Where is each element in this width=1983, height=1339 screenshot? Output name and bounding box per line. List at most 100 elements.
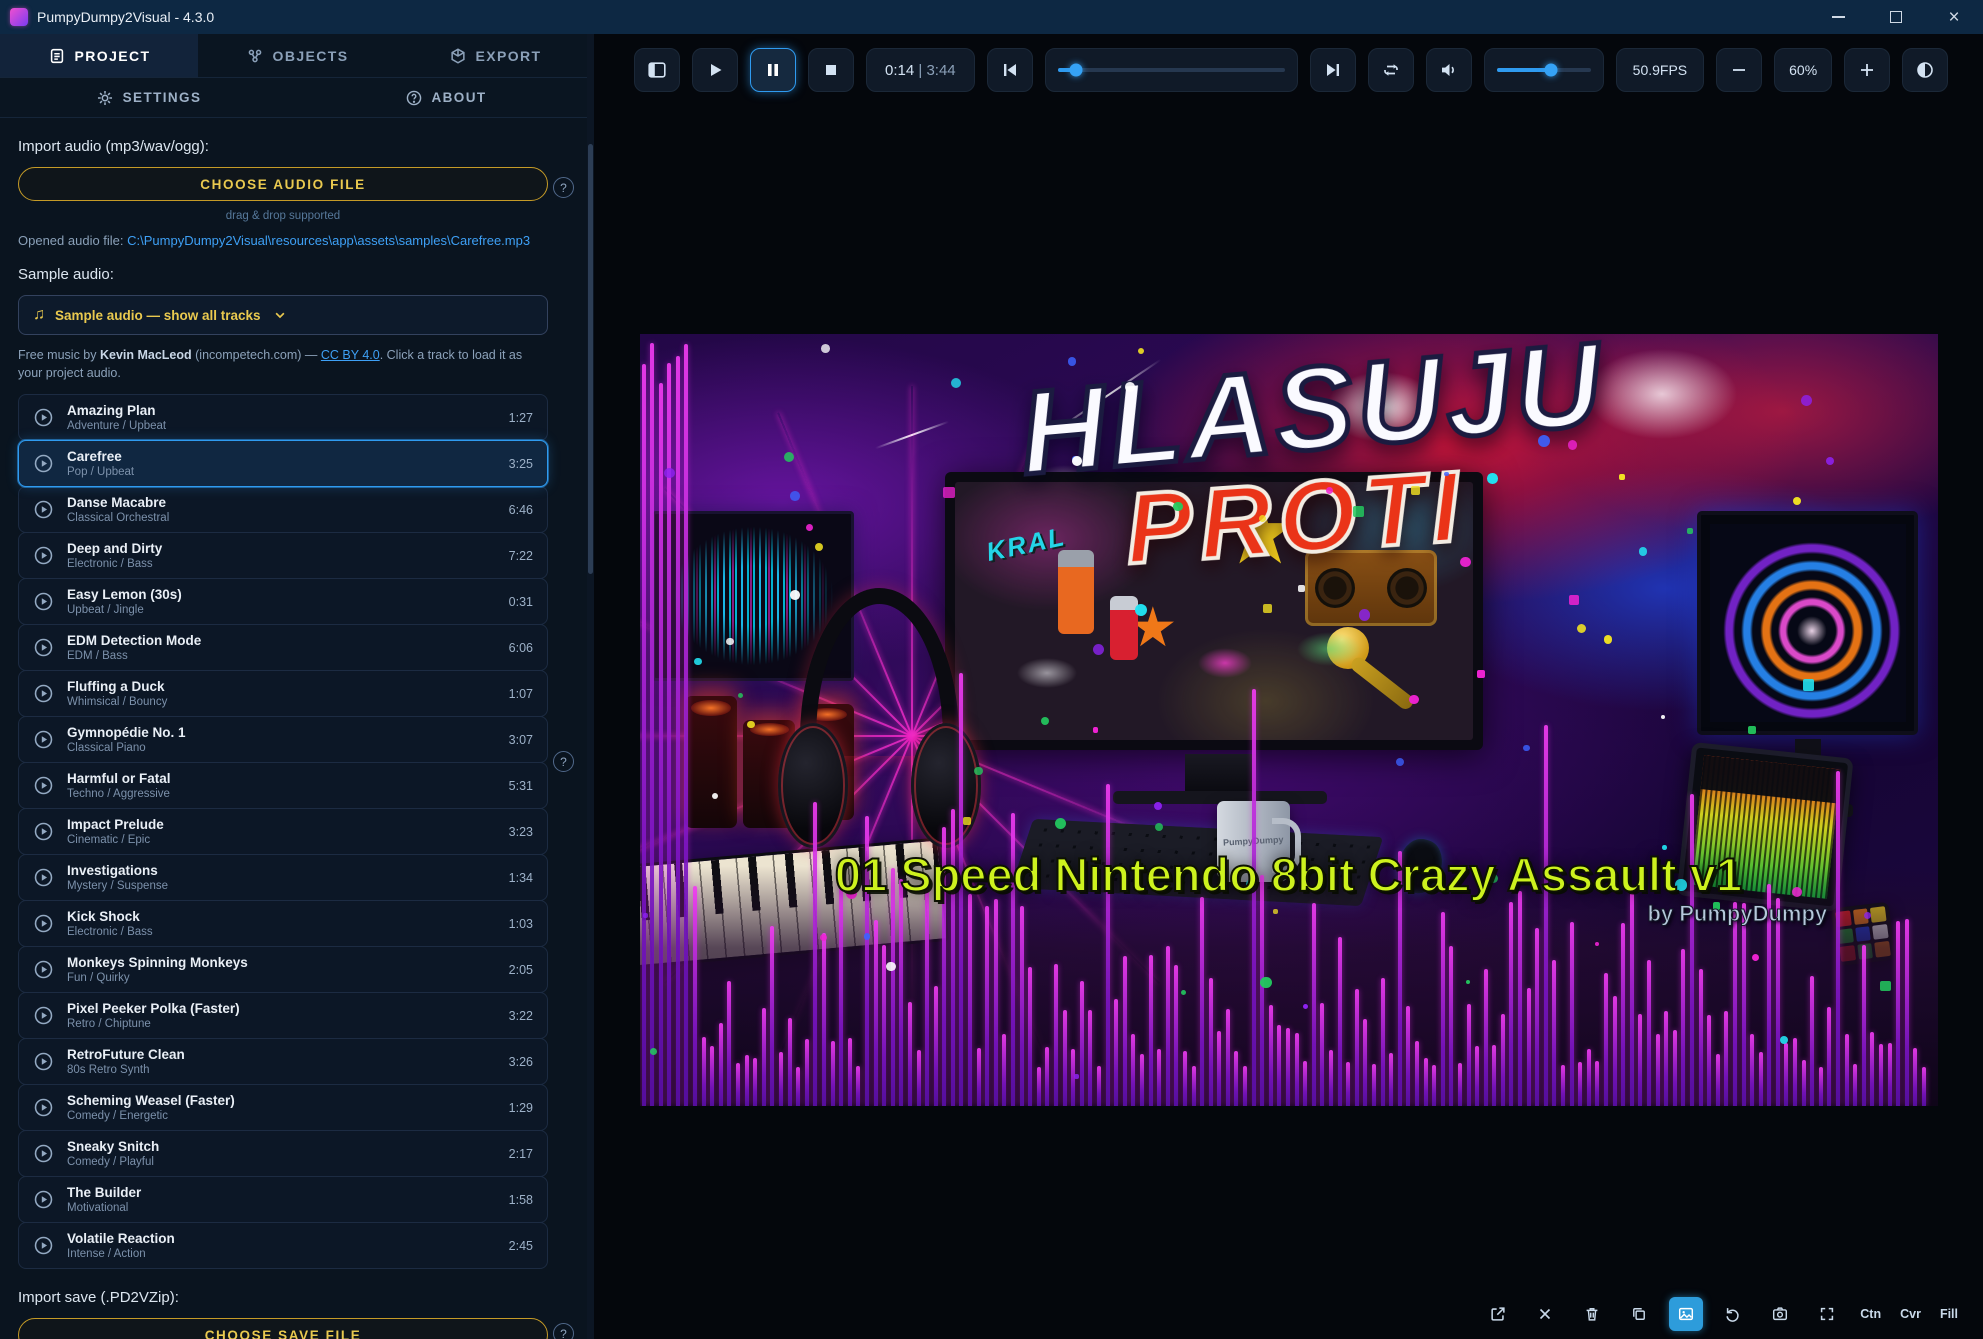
time-current: 0:14 bbox=[885, 62, 914, 79]
seek-slider-knob[interactable] bbox=[1069, 64, 1082, 77]
choose-audio-file-button[interactable]: CHOOSE AUDIO FILE bbox=[18, 167, 548, 201]
track-row[interactable]: Investigations Mystery / Suspense 1:34 bbox=[18, 854, 548, 901]
undo-button[interactable] bbox=[1716, 1297, 1750, 1331]
play-circle-icon[interactable] bbox=[33, 1097, 54, 1118]
help-audio-icon[interactable]: ? bbox=[553, 177, 574, 198]
fullscreen-button[interactable] bbox=[1810, 1297, 1844, 1331]
seek-slider[interactable] bbox=[1045, 48, 1298, 92]
skip-start-button[interactable] bbox=[987, 48, 1033, 92]
volume-button[interactable] bbox=[1426, 48, 1472, 92]
stop-button[interactable] bbox=[808, 48, 854, 92]
play-circle-icon[interactable] bbox=[33, 545, 54, 566]
play-circle-icon[interactable] bbox=[33, 591, 54, 612]
track-row[interactable]: Amazing Plan Adventure / Upbeat 1:27 bbox=[18, 394, 548, 441]
toggle-sidebar-button[interactable] bbox=[634, 48, 680, 92]
tab-about-label: ABOUT bbox=[432, 90, 487, 105]
track-row[interactable]: EDM Detection Mode EDM / Bass 6:06 bbox=[18, 624, 548, 671]
track-title: Impact Prelude bbox=[67, 817, 496, 832]
track-row[interactable]: Volatile Reaction Intense / Action 2:45 bbox=[18, 1222, 548, 1269]
volume-slider-track[interactable] bbox=[1497, 68, 1591, 72]
track-row[interactable]: Harmful or Fatal Techno / Aggressive 5:3… bbox=[18, 762, 548, 809]
scrollbar-thumb[interactable] bbox=[588, 144, 593, 574]
track-duration: 5:31 bbox=[509, 779, 533, 793]
track-duration: 3:26 bbox=[509, 1055, 533, 1069]
snapshot-button[interactable] bbox=[1763, 1297, 1797, 1331]
volume-slider-knob[interactable] bbox=[1545, 64, 1558, 77]
track-row[interactable]: Fluffing a Duck Whimsical / Bouncy 1:07 bbox=[18, 670, 548, 717]
choose-save-file-button[interactable]: CHOOSE SAVE FILE bbox=[18, 1318, 548, 1339]
play-circle-icon[interactable] bbox=[33, 867, 54, 888]
loop-button[interactable] bbox=[1368, 48, 1414, 92]
help-tracks-icon[interactable]: ? bbox=[553, 751, 574, 772]
play-circle-icon[interactable] bbox=[33, 683, 54, 704]
play-circle-icon[interactable] bbox=[33, 407, 54, 428]
play-circle-icon[interactable] bbox=[33, 821, 54, 842]
play-button[interactable] bbox=[692, 48, 738, 92]
seek-slider-track[interactable] bbox=[1058, 68, 1285, 72]
track-genre: Electronic / Bass bbox=[67, 558, 496, 570]
tab-about[interactable]: ABOUT bbox=[297, 78, 594, 117]
play-circle-icon[interactable] bbox=[33, 1051, 54, 1072]
fit-fill-button[interactable]: Fill bbox=[1937, 1307, 1961, 1321]
tab-settings[interactable]: SETTINGS bbox=[0, 78, 297, 117]
play-circle-icon[interactable] bbox=[33, 453, 54, 474]
play-circle-icon[interactable] bbox=[33, 1189, 54, 1210]
tab-objects[interactable]: OBJECTS bbox=[198, 34, 396, 77]
track-row[interactable]: Danse Macabre Classical Orchestral 6:46 bbox=[18, 486, 548, 533]
track-row[interactable]: Kick Shock Electronic / Bass 1:03 bbox=[18, 900, 548, 947]
background-image-button[interactable] bbox=[1669, 1297, 1703, 1331]
track-row[interactable]: Pixel Peeker Polka (Faster) Retro / Chip… bbox=[18, 992, 548, 1039]
clear-button[interactable] bbox=[1528, 1297, 1562, 1331]
sample-audio-toggle[interactable]: ♫ Sample audio — show all tracks bbox=[18, 295, 548, 335]
opened-audio-file-path[interactable]: C:\PumpyDumpy2Visual\resources\app\asset… bbox=[127, 233, 530, 248]
track-title: Gymnopédie No. 1 bbox=[67, 725, 496, 740]
fit-contain-button[interactable]: Ctn bbox=[1857, 1307, 1884, 1321]
play-circle-icon[interactable] bbox=[33, 637, 54, 658]
play-circle-icon[interactable] bbox=[33, 959, 54, 980]
tab-project[interactable]: PROJECT bbox=[0, 34, 198, 77]
skip-end-button[interactable] bbox=[1310, 48, 1356, 92]
track-row[interactable]: Impact Prelude Cinematic / Epic 3:23 bbox=[18, 808, 548, 855]
track-row[interactable]: Monkeys Spinning Monkeys Fun / Quirky 2:… bbox=[18, 946, 548, 993]
play-circle-icon[interactable] bbox=[33, 1235, 54, 1256]
sample-audio-label: Sample audio: bbox=[18, 266, 548, 283]
open-external-button[interactable] bbox=[1481, 1297, 1515, 1331]
zoom-in-button[interactable] bbox=[1844, 48, 1890, 92]
close-button[interactable]: × bbox=[1925, 0, 1983, 34]
volume-slider[interactable] bbox=[1484, 48, 1604, 92]
maximize-button[interactable] bbox=[1867, 0, 1925, 34]
track-row[interactable]: Carefree Pop / Upbeat 3:25 bbox=[18, 440, 548, 487]
track-row[interactable]: Sneaky Snitch Comedy / Playful 2:17 bbox=[18, 1130, 548, 1177]
track-genre: Motivational bbox=[67, 1202, 496, 1214]
help-save-icon[interactable]: ? bbox=[553, 1323, 574, 1339]
license-link[interactable]: CC BY 4.0 bbox=[321, 348, 380, 362]
fit-cover-button[interactable]: Cvr bbox=[1897, 1307, 1924, 1321]
titlebar[interactable]: PumpyDumpy2Visual - 4.3.0 × bbox=[0, 0, 1983, 34]
track-row[interactable]: Scheming Weasel (Faster) Comedy / Energe… bbox=[18, 1084, 548, 1131]
track-duration: 1:58 bbox=[509, 1193, 533, 1207]
minimize-button[interactable] bbox=[1809, 0, 1867, 34]
track-row[interactable]: The Builder Motivational 1:58 bbox=[18, 1176, 548, 1223]
play-circle-icon[interactable] bbox=[33, 729, 54, 750]
track-row[interactable]: RetroFuture Clean 80s Retro Synth 3:26 bbox=[18, 1038, 548, 1085]
zoom-out-button[interactable] bbox=[1716, 48, 1762, 92]
preview-canvas[interactable]: KRAL bbox=[640, 334, 1938, 1106]
track-row[interactable]: Deep and Dirty Electronic / Bass 7:22 bbox=[18, 532, 548, 579]
duplicate-button[interactable] bbox=[1622, 1297, 1656, 1331]
track-title: RetroFuture Clean bbox=[67, 1047, 496, 1062]
play-circle-icon[interactable] bbox=[33, 499, 54, 520]
theme-contrast-button[interactable] bbox=[1902, 48, 1948, 92]
play-circle-icon[interactable] bbox=[33, 775, 54, 796]
track-row[interactable]: Easy Lemon (30s) Upbeat / Jingle 0:31 bbox=[18, 578, 548, 625]
pause-button[interactable] bbox=[750, 48, 796, 92]
play-circle-icon[interactable] bbox=[33, 1005, 54, 1026]
sidebar-scrollbar[interactable] bbox=[587, 34, 594, 1339]
tab-export[interactable]: EXPORT bbox=[396, 34, 594, 77]
copy-icon bbox=[1630, 1305, 1648, 1323]
track-genre: Electronic / Bass bbox=[67, 926, 496, 938]
play-circle-icon[interactable] bbox=[33, 913, 54, 934]
track-row[interactable]: Gymnopédie No. 1 Classical Piano 3:07 bbox=[18, 716, 548, 763]
contrast-icon bbox=[1915, 60, 1935, 80]
play-circle-icon[interactable] bbox=[33, 1143, 54, 1164]
delete-button[interactable] bbox=[1575, 1297, 1609, 1331]
